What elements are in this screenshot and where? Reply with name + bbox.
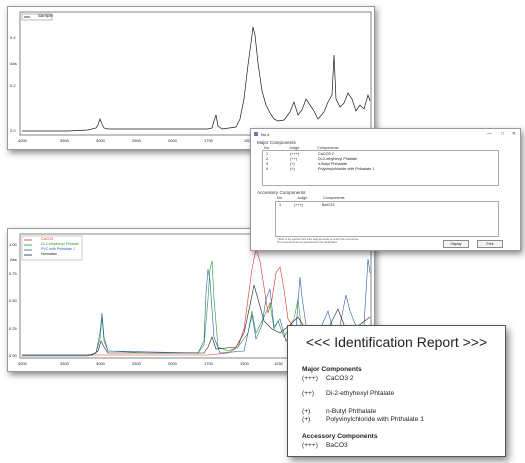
major-components-table[interactable]: 1 (+++) CaCO3 2 2 (++) Di-2-ethyhexyl Ph… <box>262 150 499 186</box>
minimize-button[interactable]: — <box>487 131 492 137</box>
row-component: BaCO3 <box>322 203 335 207</box>
report-accessory-heading: Accessory Components <box>302 433 378 440</box>
legend-phthalate: Di-2-ethylhexyl Phtalate <box>41 242 79 246</box>
y-tick-label: 0.4 <box>10 35 16 40</box>
x-tick-label: 2500 <box>132 138 141 143</box>
dialog-title: No.4 <box>261 132 270 137</box>
report-title: <<< Identification Report >>> <box>305 334 488 350</box>
y-axis-unit: Abs <box>10 61 17 66</box>
identification-report: <<< Identification Report >>> Major Comp… <box>287 325 506 457</box>
app-icon <box>254 132 258 136</box>
display-button[interactable]: Display <box>443 240 469 248</box>
dialog-title-bar: No.4 — □ ✕ <box>251 129 520 139</box>
row-judge: (+++) <box>294 203 304 207</box>
close-button[interactable]: ✕ <box>512 131 516 137</box>
major-components-heading: Major Components <box>257 140 296 145</box>
x-tick-label: 3500 <box>60 361 69 366</box>
print-button[interactable]: Print <box>477 240 503 248</box>
x-tick-label: 1700 <box>204 361 213 366</box>
table-row[interactable]: 4 (+) Polyvinylchloride with Phthalate 1 <box>263 167 498 172</box>
row-judge: (+) <box>290 167 295 171</box>
legend-label: Sample <box>38 13 53 18</box>
y-tick-label: 0.75 <box>9 271 17 276</box>
y-axis-unit: Abs <box>10 257 17 262</box>
row-component: CaCO3 2 <box>318 152 334 156</box>
sample-spectrum-line <box>22 26 371 132</box>
y-tick-label: 0.00 <box>9 353 17 358</box>
column-header-components: Components <box>323 196 345 200</box>
row-no: 3 <box>266 162 269 166</box>
report-major-heading: Major Components <box>302 366 362 373</box>
x-tick-label: 1700 <box>204 138 213 143</box>
x-tick-label: 4000 <box>18 361 27 366</box>
column-header-no: No. <box>277 196 283 200</box>
row-no: 1 <box>279 203 282 207</box>
report-major-item: (+) Polyvinylchloride with Phthalate 1 <box>302 416 424 423</box>
y-tick-label: 0.0 <box>10 128 16 133</box>
x-tick-label: 2500 <box>132 361 141 366</box>
disclaimer-note: The components are not guaranteed by thi… <box>277 241 338 244</box>
report-accessory-item: (+++) BaCO3 <box>302 442 348 449</box>
row-judge: (+) <box>290 162 295 166</box>
maximize-button[interactable]: □ <box>501 131 504 137</box>
x-tick-label: 3000 <box>96 361 105 366</box>
row-no: 2 <box>266 157 269 161</box>
y-tick-label: 0.2 <box>10 83 16 88</box>
x-tick-label: 3500 <box>60 138 69 143</box>
x-tick-label: 2000 <box>168 361 177 366</box>
row-no: 4 <box>266 167 269 171</box>
legend-pvc: PVC with Phthalate 1 <box>41 247 75 251</box>
accessory-components-table[interactable]: 1 (+++) BaCO3 <box>275 201 499 237</box>
table-row[interactable]: 1 (+++) BaCO3 <box>276 203 498 208</box>
row-judge: (++) <box>290 157 297 161</box>
y-tick-label: 1.00 <box>9 242 17 247</box>
legend-cacoe3: CaCO3 <box>41 237 53 241</box>
x-tick-label: 4000 <box>18 138 27 143</box>
x-tick-label: 2000 <box>168 138 177 143</box>
row-component: Polyvinylchloride with Phthalate 1 <box>318 167 375 171</box>
report-major-item: (++) Di-2-ethyhexyl Phtalate <box>302 390 395 397</box>
row-no: 1 <box>266 152 269 156</box>
y-tick-label: 0.50 <box>9 298 17 303</box>
column-header-judge: Judge <box>297 196 308 200</box>
x-tick-label: 1500 <box>240 361 249 366</box>
accessory-components-heading: Accessory Components <box>257 190 306 195</box>
x-tick-label: 3000 <box>96 138 105 143</box>
row-component: Di-2-ethyhexyl Phtalate <box>318 157 358 161</box>
row-judge: (+++) <box>290 152 300 156</box>
report-major-item: (+) n-Butyl Phthalate <box>302 408 377 415</box>
report-major-item: (+++) CaCO3 2 <box>302 375 354 382</box>
components-dialog: No.4 — □ ✕ Major Components No. Judge Co… <box>250 128 521 251</box>
x-tick-label: 1250 <box>274 361 283 366</box>
legend-normalize: Normalize <box>41 252 58 256</box>
y-tick-label: 0.25 <box>9 326 17 331</box>
row-component: n-Butyl Phthalate <box>318 162 347 166</box>
